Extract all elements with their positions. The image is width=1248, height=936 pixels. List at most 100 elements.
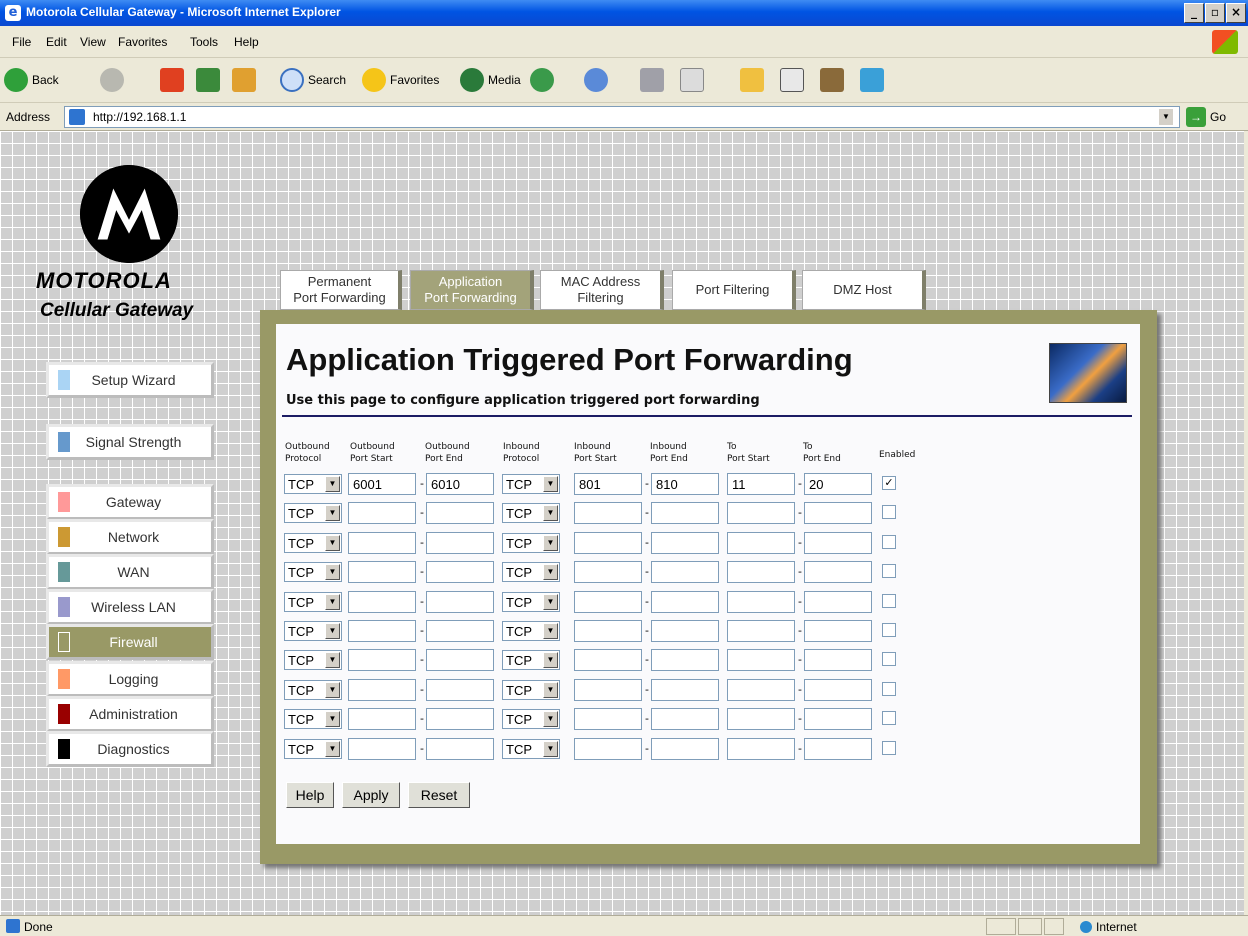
outbound-port-start-input[interactable] [348,532,416,554]
inbound-protocol-select[interactable]: TCP ▼ [502,562,560,582]
outbound-port-start-input[interactable] [348,708,416,730]
to-port-end-input[interactable] [804,738,872,760]
mail-button[interactable] [584,66,612,94]
dropdown-arrow-icon[interactable]: ▼ [543,741,558,757]
inbound-protocol-select[interactable]: TCP ▼ [502,709,560,729]
nav-wireless-lan[interactable]: Wireless LAN [46,589,214,625]
enabled-checkbox[interactable] [882,652,896,666]
nav-network[interactable]: Network [46,519,214,555]
outbound-port-end-input[interactable] [426,738,494,760]
outbound-protocol-select[interactable]: TCP ▼ [284,650,342,670]
back-button[interactable]: Back [4,66,59,94]
to-port-start-input[interactable] [727,708,795,730]
outbound-port-end-input[interactable] [426,649,494,671]
nav-administration[interactable]: Administration [46,696,214,732]
inbound-port-end-input[interactable] [651,591,719,613]
tab-dmz-host[interactable]: DMZ Host [802,270,926,310]
outbound-port-end-input[interactable]: 6010 [426,473,494,495]
enabled-checkbox[interactable] [882,505,896,519]
outbound-port-end-input[interactable] [426,561,494,583]
dropdown-arrow-icon[interactable]: ▼ [325,741,340,757]
dropdown-arrow-icon[interactable]: ▼ [325,535,340,551]
dropdown-arrow-icon[interactable]: ▼ [325,652,340,668]
outbound-protocol-select[interactable]: TCP ▼ [284,533,342,553]
to-port-end-input[interactable] [804,591,872,613]
discuss-button[interactable] [740,66,764,94]
enabled-checkbox[interactable]: ✓ [882,476,896,490]
dropdown-arrow-icon[interactable]: ▼ [543,682,558,698]
apply-button[interactable]: Apply [342,782,400,808]
to-port-start-input[interactable] [727,532,795,554]
menu-view[interactable]: View [80,35,106,49]
outbound-port-end-input[interactable] [426,620,494,642]
inbound-protocol-select[interactable]: TCP ▼ [502,503,560,523]
maximize-button[interactable]: ▫ [1205,3,1225,23]
to-port-end-input[interactable] [804,679,872,701]
nav-diagnostics[interactable]: Diagnostics [46,731,214,767]
to-port-end-input[interactable]: 20 [804,473,872,495]
outbound-port-end-input[interactable] [426,502,494,524]
inbound-port-start-input[interactable]: 801 [574,473,642,495]
outbound-port-end-input[interactable] [426,708,494,730]
outbound-port-start-input[interactable] [348,738,416,760]
inbound-port-end-input[interactable] [651,649,719,671]
nav-logging[interactable]: Logging [46,661,214,697]
outbound-protocol-select[interactable]: TCP ▼ [284,739,342,759]
outbound-protocol-select[interactable]: TCP ▼ [284,503,342,523]
to-port-end-input[interactable] [804,561,872,583]
history-button[interactable] [530,66,558,94]
to-port-start-input[interactable] [727,561,795,583]
nav-setup-wizard[interactable]: Setup Wizard [46,362,214,398]
inbound-port-end-input[interactable] [651,502,719,524]
inbound-protocol-select[interactable]: TCP ▼ [502,650,560,670]
to-port-end-input[interactable] [804,620,872,642]
outbound-protocol-select[interactable]: TCP ▼ [284,592,342,612]
nav-wan[interactable]: WAN [46,554,214,590]
outbound-port-start-input[interactable]: 6001 [348,473,416,495]
to-port-end-input[interactable] [804,532,872,554]
nav-gateway[interactable]: Gateway [46,484,214,520]
inbound-protocol-select[interactable]: TCP ▼ [502,474,560,494]
research-button[interactable] [780,66,804,94]
outbound-port-start-input[interactable] [348,502,416,524]
inbound-protocol-select[interactable]: TCP ▼ [502,533,560,553]
tab-mac-address-filtering[interactable]: MAC Address Filtering [540,270,664,310]
menu-tools[interactable]: Tools [190,35,218,49]
address-input[interactable]: http://192.168.1.1 ▼ [64,106,1180,128]
dropdown-arrow-icon[interactable]: ▼ [325,623,340,639]
contacts-button[interactable] [860,66,884,94]
inbound-protocol-select[interactable]: TCP ▼ [502,621,560,641]
inbound-port-start-input[interactable] [574,532,642,554]
menu-edit[interactable]: Edit [46,35,67,49]
menu-file[interactable]: File [12,35,31,49]
to-port-start-input[interactable] [727,679,795,701]
outbound-protocol-select[interactable]: TCP ▼ [284,709,342,729]
outbound-protocol-select[interactable]: TCP ▼ [284,680,342,700]
dropdown-arrow-icon[interactable]: ▼ [325,476,340,492]
dropdown-arrow-icon[interactable]: ▼ [543,505,558,521]
inbound-protocol-select[interactable]: TCP ▼ [502,739,560,759]
outbound-port-end-input[interactable] [426,679,494,701]
dropdown-arrow-icon[interactable]: ▼ [543,594,558,610]
dropdown-arrow-icon[interactable]: ▼ [543,711,558,727]
outbound-protocol-select[interactable]: TCP ▼ [284,562,342,582]
to-port-start-input[interactable]: 11 [727,473,795,495]
dropdown-arrow-icon[interactable]: ▼ [325,682,340,698]
inbound-port-start-input[interactable] [574,561,642,583]
dropdown-arrow-icon[interactable]: ▼ [325,505,340,521]
enabled-checkbox[interactable] [882,711,896,725]
enabled-checkbox[interactable] [882,564,896,578]
edit-button[interactable] [680,66,704,94]
enabled-checkbox[interactable] [882,682,896,696]
inbound-port-start-input[interactable] [574,708,642,730]
inbound-port-end-input[interactable] [651,561,719,583]
media-button[interactable]: Media [460,66,521,94]
outbound-protocol-select[interactable]: TCP ▼ [284,474,342,494]
tab-permanent-port-forwarding[interactable]: Permanent Port Forwarding [280,270,402,310]
to-port-end-input[interactable] [804,502,872,524]
to-port-start-input[interactable] [727,591,795,613]
inbound-port-end-input[interactable] [651,620,719,642]
nav-firewall[interactable]: Firewall [46,624,214,660]
to-port-end-input[interactable] [804,708,872,730]
go-button[interactable]: → Go [1186,107,1226,127]
